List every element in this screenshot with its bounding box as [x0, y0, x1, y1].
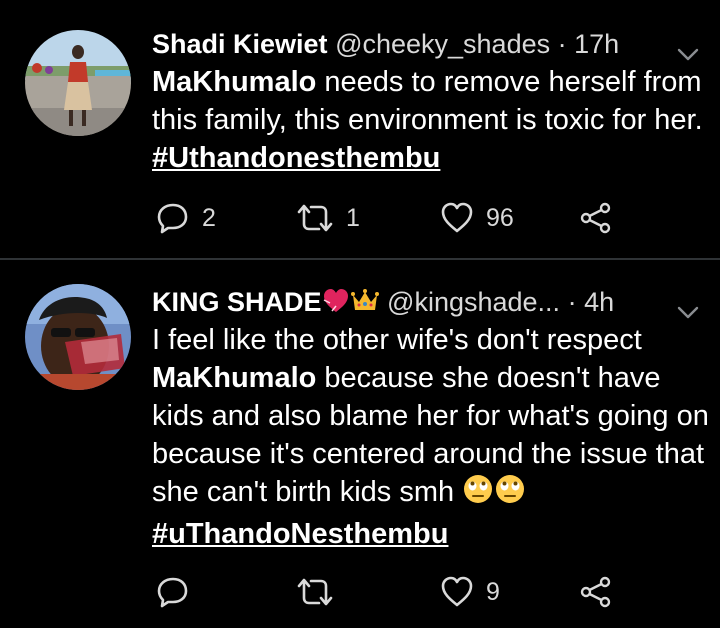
like-icon: [440, 575, 474, 609]
author-name[interactable]: Shadi Kiewiet: [152, 29, 328, 59]
reply-count: 2: [202, 203, 216, 232]
tweet-header: KING SHADE @kingshade... · 4h: [152, 284, 700, 320]
like-icon: [440, 201, 474, 235]
tweet-text: I feel like the other wife's don't respe…: [152, 321, 712, 553]
like-button[interactable]: 96: [440, 198, 514, 238]
avatar[interactable]: [25, 30, 131, 136]
separator-dot: ·: [557, 29, 567, 59]
share-button[interactable]: [579, 572, 613, 612]
rolling-eyes-icon: [462, 473, 494, 515]
retweet-icon: [296, 575, 334, 609]
share-icon: [579, 575, 613, 609]
hashtag-link[interactable]: #Uthandonesthembu: [152, 142, 440, 174]
hashtag-link[interactable]: #uThandoNesthembu: [152, 518, 448, 550]
crown-icon: [350, 287, 380, 324]
reply-button[interactable]: 2: [156, 198, 216, 238]
tweet-text-content: I feel like the other wife's don't respe…: [152, 324, 642, 356]
timestamp[interactable]: 17h: [574, 29, 619, 59]
avatar[interactable]: [25, 284, 131, 390]
retweet-button[interactable]: [296, 572, 346, 612]
tweet-header: Shadi Kiewiet @cheeky_shades · 17h: [152, 26, 700, 62]
retweet-icon: [296, 201, 334, 235]
action-bar: 2 1 96: [0, 198, 720, 238]
timestamp[interactable]: 4h: [584, 287, 614, 317]
share-icon: [579, 201, 613, 235]
author-handle[interactable]: @kingshade...: [387, 287, 560, 317]
share-button[interactable]: [579, 198, 613, 238]
like-count: 96: [486, 203, 514, 232]
mention: MaKhumalo: [152, 66, 317, 98]
author-name[interactable]: KING SHADE: [152, 287, 322, 317]
tweet[interactable]: Shadi Kiewiet @cheeky_shades · 17h MaKhu…: [0, 0, 720, 258]
retweet-button[interactable]: 1: [296, 198, 360, 238]
mention: MaKhumalo: [152, 362, 317, 394]
separator-dot: ·: [567, 287, 577, 317]
author-handle[interactable]: @cheeky_shades: [335, 29, 550, 59]
tweet-text: MaKhumalo needs to remove herself from t…: [152, 63, 712, 177]
reply-icon: [156, 575, 190, 609]
reply-button[interactable]: [156, 572, 202, 612]
tweet[interactable]: KING SHADE @kingshade... · 4h I feel lik…: [0, 262, 720, 628]
heart-icon: [322, 287, 350, 324]
retweet-count: 1: [346, 203, 360, 232]
like-count: 9: [486, 577, 500, 606]
action-bar: 9: [0, 572, 720, 612]
like-button[interactable]: 9: [440, 572, 500, 612]
tweet-divider: [0, 258, 720, 260]
rolling-eyes-icon: [494, 473, 526, 515]
reply-icon: [156, 201, 190, 235]
